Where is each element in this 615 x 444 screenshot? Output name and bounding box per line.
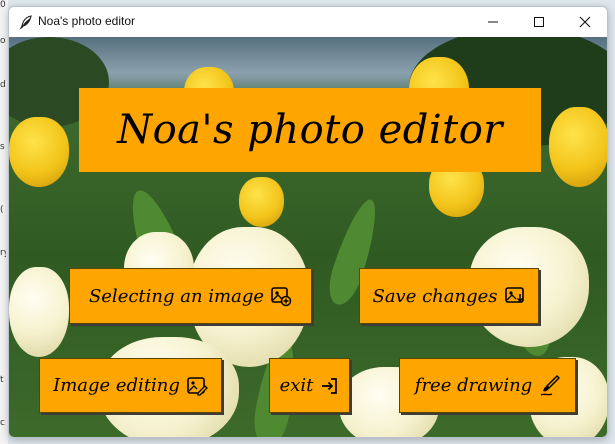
minimize-icon (488, 21, 498, 23)
save-image-icon (504, 287, 524, 303)
background-text-fragment: s (0, 142, 5, 152)
background-window-edge: 0. o d s ( ry t c (0, 0, 8, 444)
app-window: Noa's photo editor Noa's photo editor Se… (8, 6, 608, 438)
select-image-button[interactable]: Selecting an image (69, 268, 312, 324)
background-text-fragment: o (0, 36, 6, 46)
maximize-icon (534, 17, 544, 27)
exit-label: exit (279, 375, 314, 396)
image-editing-label: Image editing (53, 375, 180, 396)
save-changes-label: Save changes (372, 285, 498, 307)
title-bar[interactable]: Noa's photo editor (9, 7, 607, 37)
edit-image-icon (187, 376, 208, 396)
add-image-icon (271, 287, 292, 307)
yellow-tulip (239, 177, 284, 227)
maximize-button[interactable] (516, 7, 562, 37)
background-text-fragment: ry (0, 248, 6, 258)
close-icon (579, 16, 591, 28)
select-image-label: Selecting an image (88, 285, 265, 307)
app-title: Noa's photo editor (117, 107, 503, 153)
feather-icon (18, 14, 34, 30)
background-text-fragment: d (0, 80, 6, 90)
app-title-banner: Noa's photo editor (79, 88, 541, 172)
yellow-tulip (9, 117, 69, 187)
background-text-fragment: 0. (0, 0, 6, 10)
free-drawing-button[interactable]: free drawing (399, 358, 576, 413)
close-button[interactable] (562, 7, 607, 37)
image-editing-button[interactable]: Image editing (39, 358, 222, 413)
cream-tulip (9, 267, 69, 357)
window-title: Noa's photo editor (38, 14, 136, 28)
save-changes-button[interactable]: Save changes (359, 268, 539, 324)
photo-background: Noa's photo editor Selecting an image Sa… (9, 37, 607, 437)
background-text-fragment: ( (0, 205, 4, 215)
paintbrush-icon (540, 374, 561, 396)
exit-button[interactable]: exit (269, 358, 350, 413)
free-drawing-label: free drawing (414, 375, 533, 396)
minimize-button[interactable] (470, 7, 516, 37)
background-text-fragment: t (0, 375, 4, 385)
background-text-fragment: c (0, 418, 5, 428)
exit-icon (322, 377, 338, 394)
yellow-tulip (549, 107, 607, 187)
